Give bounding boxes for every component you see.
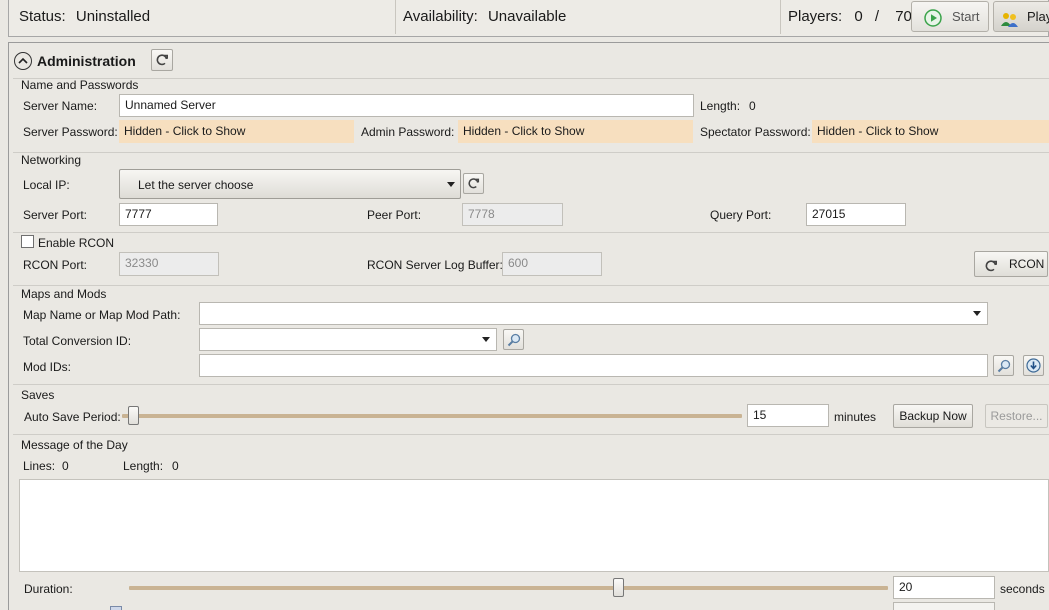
server-port-input[interactable]: 7777: [119, 203, 218, 226]
rcon-button-label: RCON: [1009, 257, 1045, 271]
local-ip-label: Local IP:: [23, 178, 70, 192]
administration-title: Administration: [37, 53, 136, 69]
players-text: Players: 0 / 70: [788, 0, 912, 34]
availability-divider: [780, 0, 781, 34]
spectator-password-field[interactable]: Hidden - Click to Show: [812, 120, 1049, 143]
start-icon: [924, 8, 942, 37]
partial-button[interactable]: [893, 602, 995, 610]
motd-lines-value: 0: [62, 459, 69, 473]
rcon-log-buffer-input: 600: [502, 252, 602, 276]
motd-length-label: Length:: [123, 459, 164, 473]
availability-text: Availability: Unavailable: [403, 0, 566, 34]
players-icon: [1001, 9, 1019, 38]
mod-ids-label: Mod IDs:: [23, 360, 72, 374]
auto-save-input[interactable]: 15: [747, 404, 829, 427]
section-divider: [13, 285, 1049, 286]
section-divider: [13, 384, 1049, 385]
rcon-log-buffer-label: RCON Server Log Buffer:: [367, 258, 503, 272]
rcon-button[interactable]: RCON: [974, 251, 1048, 277]
local-ip-dropdown[interactable]: Let the server choose: [119, 169, 461, 199]
chevron-down-icon: [973, 311, 981, 316]
local-ip-value: Let the server choose: [138, 178, 254, 192]
tc-combobox[interactable]: [199, 328, 497, 351]
spectator-password-label: Spectator Password:: [700, 125, 811, 139]
players-button-label: Playe: [1027, 9, 1049, 24]
server-password-label: Server Password:: [23, 125, 118, 139]
mod-ids-input[interactable]: [199, 354, 988, 377]
motd-lines-label: Lines:: [23, 459, 56, 473]
tc-label: Total Conversion ID:: [23, 334, 132, 348]
auto-save-slider-track[interactable]: [122, 414, 742, 418]
auto-save-slider-thumb[interactable]: [128, 406, 139, 425]
motd-textarea[interactable]: [19, 479, 1049, 572]
auto-save-unit: minutes: [834, 410, 877, 424]
motd-length-value: 0: [172, 459, 179, 473]
length-value: 0: [749, 99, 756, 113]
map-label: Map Name or Map Mod Path:: [23, 308, 181, 322]
mod-search-button[interactable]: [993, 355, 1014, 376]
admin-password-field[interactable]: Hidden - Click to Show: [458, 120, 693, 143]
section-title-motd: Message of the Day: [21, 438, 128, 452]
availability-label: Availability:: [403, 8, 478, 25]
chevron-down-icon: [447, 182, 455, 187]
refresh-icon: [984, 257, 998, 281]
status-value: Uninstalled: [75, 8, 151, 25]
server-name-label: Server Name:: [23, 99, 98, 113]
section-title-networking: Networking: [21, 153, 82, 167]
refresh-admin-button[interactable]: [151, 49, 173, 71]
duration-unit: seconds: [1000, 582, 1045, 596]
length-label: Length:: [700, 99, 741, 113]
auto-save-label: Auto Save Period:: [24, 410, 121, 424]
peer-port-label: Peer Port:: [367, 208, 422, 222]
status-text: Status: Uninstalled: [19, 0, 150, 34]
duration-input[interactable]: 20: [893, 576, 995, 599]
section-divider: [13, 232, 1049, 233]
refresh-icon: [468, 178, 480, 189]
start-label: Start: [952, 9, 980, 24]
download-icon: [1026, 358, 1041, 373]
section-divider: [13, 434, 1049, 435]
status-divider: [395, 0, 396, 34]
server-port-label: Server Port:: [23, 208, 88, 222]
enable-rcon-label: Enable RCON: [38, 236, 115, 250]
collapse-chevron-icon[interactable]: [14, 52, 32, 70]
availability-value: Unavailable: [487, 8, 567, 25]
search-icon: [997, 359, 1010, 372]
rcon-port-input: 32330: [119, 252, 219, 276]
duration-slider-thumb[interactable]: [612, 578, 624, 597]
search-icon: [507, 333, 520, 346]
players-label: Players:: [788, 8, 843, 25]
refresh-icon: [156, 54, 168, 66]
chevron-down-icon: [482, 337, 490, 342]
partial-checkbox[interactable]: [110, 606, 122, 610]
players-separator: /: [874, 8, 880, 25]
enable-rcon-checkbox[interactable]: [21, 235, 34, 248]
players-current: 0: [854, 8, 863, 25]
query-port-label: Query Port:: [710, 208, 772, 222]
start-button[interactable]: Start: [911, 1, 989, 32]
duration-slider-track[interactable]: [129, 586, 888, 590]
status-bar: Status: Uninstalled Availability: Unavai…: [8, 0, 1049, 37]
duration-label: Duration:: [24, 582, 73, 596]
query-port-input[interactable]: 27015: [806, 203, 906, 226]
backup-now-button[interactable]: Backup Now: [893, 404, 973, 428]
section-title-names-passwords: Name and Passwords: [21, 78, 139, 92]
section-divider: [13, 78, 1049, 79]
peer-port-input: 7778: [462, 203, 563, 226]
mod-download-button[interactable]: [1023, 355, 1044, 376]
server-password-field[interactable]: Hidden - Click to Show: [119, 120, 354, 143]
rcon-port-label: RCON Port:: [23, 258, 88, 272]
section-title-maps-mods: Maps and Mods: [21, 287, 107, 301]
server-name-input[interactable]: Unnamed Server: [119, 94, 694, 117]
players-button[interactable]: Playe: [993, 1, 1049, 32]
admin-password-label: Admin Password:: [361, 125, 455, 139]
tc-search-button[interactable]: [503, 329, 524, 350]
map-combobox[interactable]: [199, 302, 988, 325]
section-title-saves: Saves: [21, 388, 55, 402]
refresh-ip-button[interactable]: [463, 173, 484, 194]
players-max: 70: [895, 8, 912, 25]
status-label: Status:: [19, 8, 66, 25]
restore-button[interactable]: Restore...: [985, 404, 1048, 428]
section-divider: [13, 152, 1049, 153]
